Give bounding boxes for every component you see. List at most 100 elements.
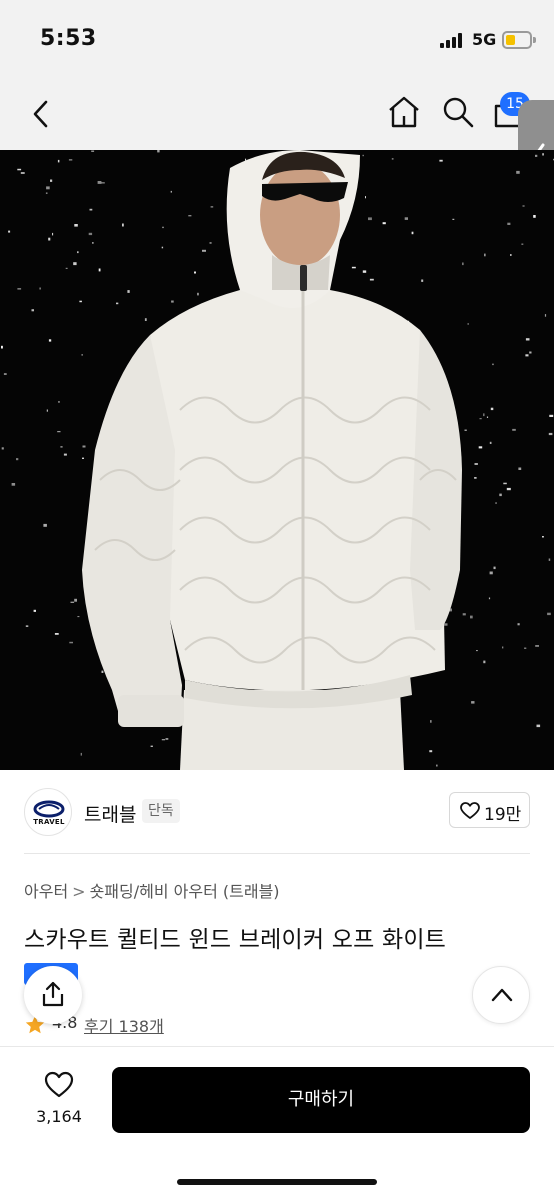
search-button[interactable] bbox=[438, 92, 478, 132]
snow-fleck bbox=[80, 752, 82, 756]
snow-fleck bbox=[101, 670, 104, 673]
snow-fleck bbox=[471, 701, 475, 704]
product-image[interactable] bbox=[0, 150, 554, 770]
snow-fleck bbox=[382, 222, 386, 225]
status-bar: 5:53 5G bbox=[0, 0, 554, 78]
snow-fleck bbox=[462, 613, 466, 616]
network-type: 5G bbox=[472, 30, 497, 49]
snow-fleck bbox=[68, 159, 73, 161]
snow-fleck bbox=[444, 623, 448, 626]
snow-fleck bbox=[479, 418, 482, 420]
snow-fleck bbox=[144, 318, 147, 321]
breadcrumb-item[interactable]: 숏패딩/헤비 아우터 (트래블) bbox=[90, 878, 280, 902]
snow-fleck bbox=[524, 647, 527, 649]
snow-fleck bbox=[512, 428, 516, 431]
nav-bar bbox=[0, 78, 554, 150]
snow-fleck bbox=[46, 186, 50, 190]
snow-fleck bbox=[74, 224, 78, 227]
brand-logo-text: TRAVEL bbox=[33, 818, 65, 826]
snow-fleck bbox=[533, 215, 536, 218]
snow-fleck bbox=[547, 612, 551, 616]
snow-fleck bbox=[368, 217, 372, 221]
snow-fleck bbox=[3, 373, 7, 375]
snow-fleck bbox=[91, 150, 95, 152]
snow-fleck bbox=[48, 339, 52, 342]
buy-button[interactable]: 구매하기 bbox=[112, 1067, 530, 1133]
snow-fleck bbox=[518, 467, 522, 470]
snow-fleck bbox=[549, 414, 554, 417]
snow-fleck bbox=[89, 208, 93, 211]
snow-fleck bbox=[522, 205, 525, 207]
review-count-link[interactable]: 후기 138개 bbox=[84, 1013, 164, 1037]
snow-fleck bbox=[82, 457, 84, 459]
snow-fleck bbox=[63, 453, 67, 456]
snow-fleck bbox=[209, 242, 212, 244]
snow-fleck bbox=[1, 345, 3, 349]
snow-fleck bbox=[54, 633, 59, 635]
snow-fleck bbox=[529, 351, 532, 354]
snow-fleck bbox=[430, 720, 432, 723]
snow-fleck bbox=[17, 168, 22, 171]
snow-fleck bbox=[351, 266, 356, 269]
snow-fleck bbox=[161, 246, 164, 249]
snow-fleck bbox=[525, 354, 529, 357]
snow-fleck bbox=[70, 601, 75, 603]
snow-fleck bbox=[502, 646, 504, 649]
snow-fleck bbox=[150, 745, 153, 747]
snow-fleck bbox=[31, 309, 34, 312]
snow-fleck bbox=[1, 447, 4, 450]
share-icon bbox=[42, 981, 64, 1007]
chevron-up-icon bbox=[491, 988, 513, 1002]
snow-fleck bbox=[8, 230, 11, 233]
snow-fleck bbox=[474, 477, 477, 479]
snow-fleck bbox=[43, 523, 47, 527]
signal-icon bbox=[440, 32, 466, 48]
snow-fleck bbox=[197, 292, 199, 296]
bottom-action-bar: 3,164 구매하기 bbox=[0, 1046, 554, 1200]
snow-fleck bbox=[548, 432, 553, 436]
snow-fleck bbox=[122, 223, 124, 227]
heart-icon bbox=[460, 802, 480, 819]
scroll-top-button[interactable] bbox=[472, 966, 530, 1024]
snow-fleck bbox=[170, 190, 172, 193]
snow-fleck bbox=[488, 597, 491, 600]
snow-fleck bbox=[484, 253, 486, 257]
brand-like-count: 19만 bbox=[484, 805, 522, 825]
snow-fleck bbox=[452, 218, 455, 220]
snow-fleck bbox=[464, 429, 467, 431]
snow-fleck bbox=[60, 446, 63, 448]
snow-fleck bbox=[493, 566, 496, 570]
snow-fleck bbox=[69, 641, 73, 644]
snow-fleck bbox=[535, 154, 538, 157]
brand-name[interactable]: 트래블 bbox=[84, 800, 136, 827]
snow-fleck bbox=[436, 764, 438, 767]
snow-fleck bbox=[507, 222, 511, 225]
snow-fleck bbox=[362, 154, 364, 157]
snow-fleck bbox=[483, 413, 485, 417]
snow-fleck bbox=[46, 409, 48, 412]
snow-fleck bbox=[404, 217, 408, 220]
share-button[interactable] bbox=[24, 966, 82, 1024]
snow-fleck bbox=[161, 739, 166, 741]
breadcrumb-item[interactable]: 아우터 bbox=[24, 878, 68, 902]
snow-fleck bbox=[499, 493, 502, 497]
snow-fleck bbox=[92, 242, 94, 244]
snow-fleck bbox=[77, 616, 80, 618]
home-indicator bbox=[177, 1179, 377, 1185]
snow-fleck bbox=[535, 645, 539, 647]
brand-like-button[interactable]: 19만 bbox=[449, 792, 530, 828]
home-button[interactable] bbox=[384, 92, 424, 132]
back-button[interactable] bbox=[26, 94, 58, 134]
product-title: 스카우트 퀼티드 윈드 브레이커 오프 화이트 bbox=[24, 927, 447, 953]
snow-fleck bbox=[521, 243, 524, 245]
brand-row: TRAVEL 트래블 단독 19만 bbox=[0, 770, 554, 854]
snow-fleck bbox=[81, 354, 83, 356]
product-photo-illustration bbox=[0, 150, 554, 770]
snow-fleck bbox=[101, 182, 105, 184]
snow-fleck bbox=[542, 536, 544, 538]
brand-logo[interactable]: TRAVEL bbox=[24, 788, 72, 836]
snow-fleck bbox=[517, 623, 520, 626]
heart-icon[interactable] bbox=[44, 1071, 74, 1099]
snow-fleck bbox=[429, 750, 433, 753]
snow-fleck bbox=[74, 598, 77, 602]
